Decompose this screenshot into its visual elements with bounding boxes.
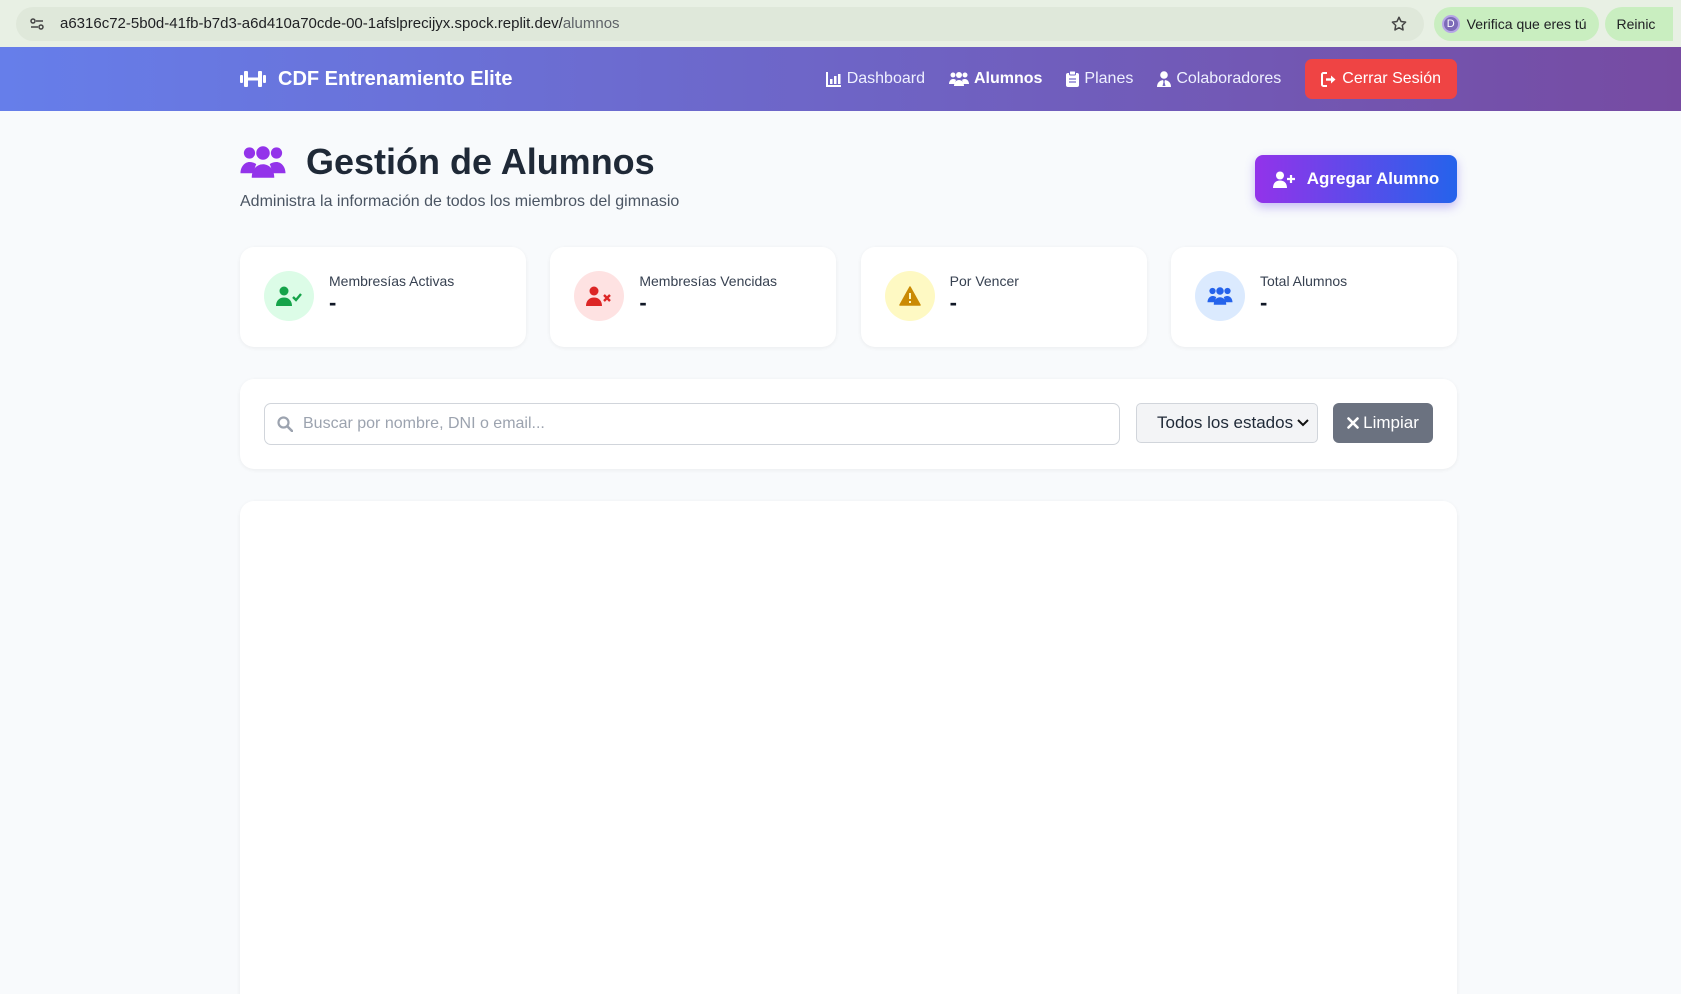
nav-colaboradores[interactable]: Colaboradores (1157, 70, 1281, 88)
clear-filters-button[interactable]: Limpiar (1333, 403, 1433, 443)
url-host: a6316c72-5b0d-41fb-b7d3-a6d410a70cde-00-… (60, 15, 563, 32)
user-plus-icon (1272, 171, 1295, 188)
warning-icon (884, 271, 935, 321)
nav-dashboard[interactable]: Dashboard (825, 70, 925, 88)
clear-filters-label: Limpiar (1363, 413, 1419, 432)
students-table-panel (240, 501, 1457, 994)
add-student-label: Agregar Alumno (1306, 169, 1440, 188)
chevron-down-icon (1297, 419, 1309, 427)
profile-verify-chip[interactable]: D Verifica que eres tú (1433, 6, 1599, 41)
page-header: Gestión de Alumnos Administra la informa… (240, 111, 1457, 247)
users-icon (948, 72, 969, 86)
user-x-icon (574, 271, 625, 321)
stat-label: Membresías Activas (329, 273, 455, 289)
stat-label: Total Alumnos (1259, 273, 1348, 289)
users-icon (1194, 271, 1245, 321)
stat-label: Por Vencer (949, 273, 1019, 289)
logout-label: Cerrar Sesión (1342, 70, 1441, 87)
search-input[interactable] (303, 415, 1093, 433)
add-student-button[interactable]: Agregar Alumno (1255, 155, 1457, 203)
status-filter-select[interactable]: Todos los estados (1136, 403, 1318, 443)
page-subtitle: Administra la información de todos los m… (240, 193, 680, 210)
sign-out-icon (1321, 71, 1336, 87)
browser-toolbar: a6316c72-5b0d-41fb-b7d3-a6d410a70cde-00-… (0, 0, 1681, 47)
stat-value: - (1259, 290, 1268, 315)
stat-card-active: Membresías Activas - (240, 247, 526, 347)
profile-avatar: D (1441, 14, 1460, 33)
stat-value: - (639, 290, 647, 315)
user-tie-icon (1157, 71, 1172, 87)
nav-planes[interactable]: Planes (1066, 70, 1133, 88)
app-navbar: CDF Entrenamiento Elite Dashboard Alumno… (0, 47, 1681, 111)
restart-label: Reinic (1616, 15, 1656, 32)
nav-colaboradores-label: Colaboradores (1176, 70, 1282, 87)
page-title: Gestión de Alumnos (306, 141, 655, 182)
status-filter-value: Todos los estados (1157, 413, 1294, 432)
stat-value: - (329, 290, 337, 315)
stat-card-expiring: Por Vencer - (860, 247, 1147, 347)
chart-icon (825, 72, 841, 87)
nav-planes-label: Planes (1084, 70, 1134, 87)
user-check-icon (264, 271, 314, 321)
stat-label: Membresías Vencidas (639, 273, 778, 289)
url-text: a6316c72-5b0d-41fb-b7d3-a6d410a70cde-00-… (60, 15, 1388, 32)
search-box[interactable] (264, 403, 1120, 445)
site-settings-icon[interactable] (26, 13, 48, 35)
users-icon (240, 146, 286, 178)
close-icon (1347, 417, 1359, 429)
main-content: Gestión de Alumnos Administra la informa… (240, 111, 1457, 994)
nav-alumnos[interactable]: Alumnos (948, 70, 1043, 88)
search-icon (277, 416, 293, 432)
restart-chip[interactable]: Reinic (1604, 6, 1673, 41)
nav-dashboard-label: Dashboard (846, 70, 925, 87)
logout-button[interactable]: Cerrar Sesión (1305, 59, 1457, 99)
brand[interactable]: CDF Entrenamiento Elite (240, 68, 512, 91)
stat-card-expired: Membresías Vencidas - (550, 247, 837, 347)
dumbbell-icon (240, 71, 266, 87)
bookmark-star-icon[interactable] (1388, 13, 1410, 35)
stats-row: Membresías Activas - Membresías Vencidas… (240, 247, 1457, 347)
stat-card-total: Total Alumnos - (1170, 247, 1457, 347)
address-bar[interactable]: a6316c72-5b0d-41fb-b7d3-a6d410a70cde-00-… (16, 6, 1424, 41)
stat-value: - (949, 290, 957, 315)
filters-panel: Todos los estados Limpiar (240, 379, 1457, 469)
brand-name: CDF Entrenamiento Elite (278, 67, 513, 90)
url-path: alumnos (562, 15, 620, 32)
nav-alumnos-label: Alumnos (973, 70, 1043, 87)
profile-verify-label: Verifica que eres tú (1466, 15, 1587, 32)
clipboard-icon (1066, 71, 1080, 87)
